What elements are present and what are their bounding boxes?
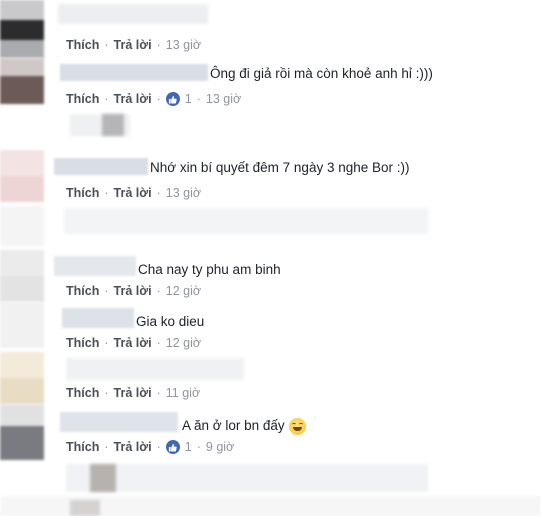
like-link[interactable]: Thích <box>66 284 99 298</box>
timestamp[interactable]: 9 giờ <box>206 440 234 454</box>
reaction-count[interactable]: 1 <box>185 440 192 454</box>
like-link[interactable]: Thích <box>66 92 99 106</box>
comment-text: Gia ko dieu <box>136 314 205 329</box>
avatar[interactable] <box>0 150 44 202</box>
separator: · <box>104 386 109 400</box>
comment-text: Cha nay ty phu am binh <box>138 262 281 277</box>
hidden-comment-blurred <box>90 464 116 492</box>
author-name-blurred[interactable] <box>54 158 148 175</box>
like-link[interactable]: Thích <box>66 38 99 52</box>
separator: · <box>104 38 109 52</box>
comment-text-blurred <box>66 358 244 380</box>
avatar[interactable] <box>0 302 44 348</box>
separator: · <box>104 440 109 454</box>
separator: · <box>156 186 161 200</box>
reply-link[interactable]: Trả lời <box>114 38 152 52</box>
timestamp[interactable]: 12 giờ <box>166 284 201 298</box>
separator: · <box>104 284 109 298</box>
like-link[interactable]: Thích <box>66 336 99 350</box>
reaction-count[interactable]: 1 <box>185 92 192 106</box>
comment-text: Nhớ xin bí quyết đêm 7 ngày 3 nghe Bor :… <box>150 160 410 175</box>
timestamp[interactable]: 13 giờ <box>166 186 201 200</box>
hidden-comment-blurred <box>0 206 44 246</box>
separator: · <box>156 386 161 400</box>
comment-actions: Thích · Trả lời · 1 · 13 giờ <box>66 92 241 106</box>
separator: · <box>196 440 201 454</box>
comment-actions: Thích · Trả lời · 13 giờ <box>66 38 201 52</box>
hidden-comment-blurred <box>70 500 100 516</box>
reply-link[interactable]: Trả lời <box>114 284 152 298</box>
separator: · <box>156 336 161 350</box>
avatar[interactable] <box>0 352 44 404</box>
avatar[interactable] <box>0 404 44 460</box>
reply-preview-blurred <box>102 114 124 136</box>
timestamp[interactable]: 11 giờ <box>166 386 200 400</box>
like-link[interactable]: Thích <box>66 386 99 400</box>
separator: · <box>104 186 109 200</box>
reply-link[interactable]: Trả lời <box>114 336 152 350</box>
hidden-comment-blurred <box>66 464 428 492</box>
like-link[interactable]: Thích <box>66 186 99 200</box>
author-name-blurred[interactable] <box>54 256 136 276</box>
author-name-blurred[interactable] <box>60 64 208 81</box>
separator: · <box>156 284 161 298</box>
separator: · <box>156 38 161 52</box>
author-name-blurred[interactable] <box>60 412 178 432</box>
comment-actions: Thích · Trả lời · 12 giờ <box>66 284 201 298</box>
comment-thread: Thích · Trả lời · 13 giờ Ông đi giả rồi … <box>0 0 541 516</box>
avatar[interactable] <box>0 0 44 58</box>
comment-actions: Thích · Trả lời · 11 giờ <box>66 386 200 400</box>
comment-actions: Thích · Trả lời · 13 giờ <box>66 186 201 200</box>
separator: · <box>196 92 201 106</box>
comment-text: A ăn ở lor bn đấy <box>182 418 306 435</box>
comment-text-blurred <box>58 4 208 24</box>
separator: · <box>156 92 161 106</box>
like-link[interactable]: Thích <box>66 440 99 454</box>
timestamp[interactable]: 13 giờ <box>206 92 241 106</box>
separator: · <box>156 440 161 454</box>
comment-text-content: A ăn ở lor bn đấy <box>182 418 285 434</box>
separator: · <box>104 336 109 350</box>
timestamp[interactable]: 13 giờ <box>166 38 201 52</box>
reply-link[interactable]: Trả lời <box>114 440 152 454</box>
avatar[interactable] <box>0 58 44 104</box>
comment-actions: Thích · Trả lời · 1 · 9 giờ <box>66 440 234 454</box>
timestamp[interactable]: 12 giờ <box>166 336 201 350</box>
separator: · <box>104 92 109 106</box>
grinning-squint-emoji-icon <box>288 418 306 435</box>
comment-actions: Thích · Trả lời · 12 giờ <box>66 336 201 350</box>
reply-link[interactable]: Trả lời <box>114 92 152 106</box>
thumbs-up-icon[interactable] <box>165 440 180 454</box>
hidden-comment-blurred <box>64 208 428 234</box>
reply-link[interactable]: Trả lời <box>114 186 152 200</box>
comment-text: Ông đi giả rồi mà còn khoẻ anh hỉ :))) <box>210 66 433 81</box>
avatar[interactable] <box>0 250 44 302</box>
author-name-blurred[interactable] <box>62 308 134 328</box>
thumbs-up-icon[interactable] <box>165 92 180 106</box>
reply-link[interactable]: Trả lời <box>114 386 152 400</box>
